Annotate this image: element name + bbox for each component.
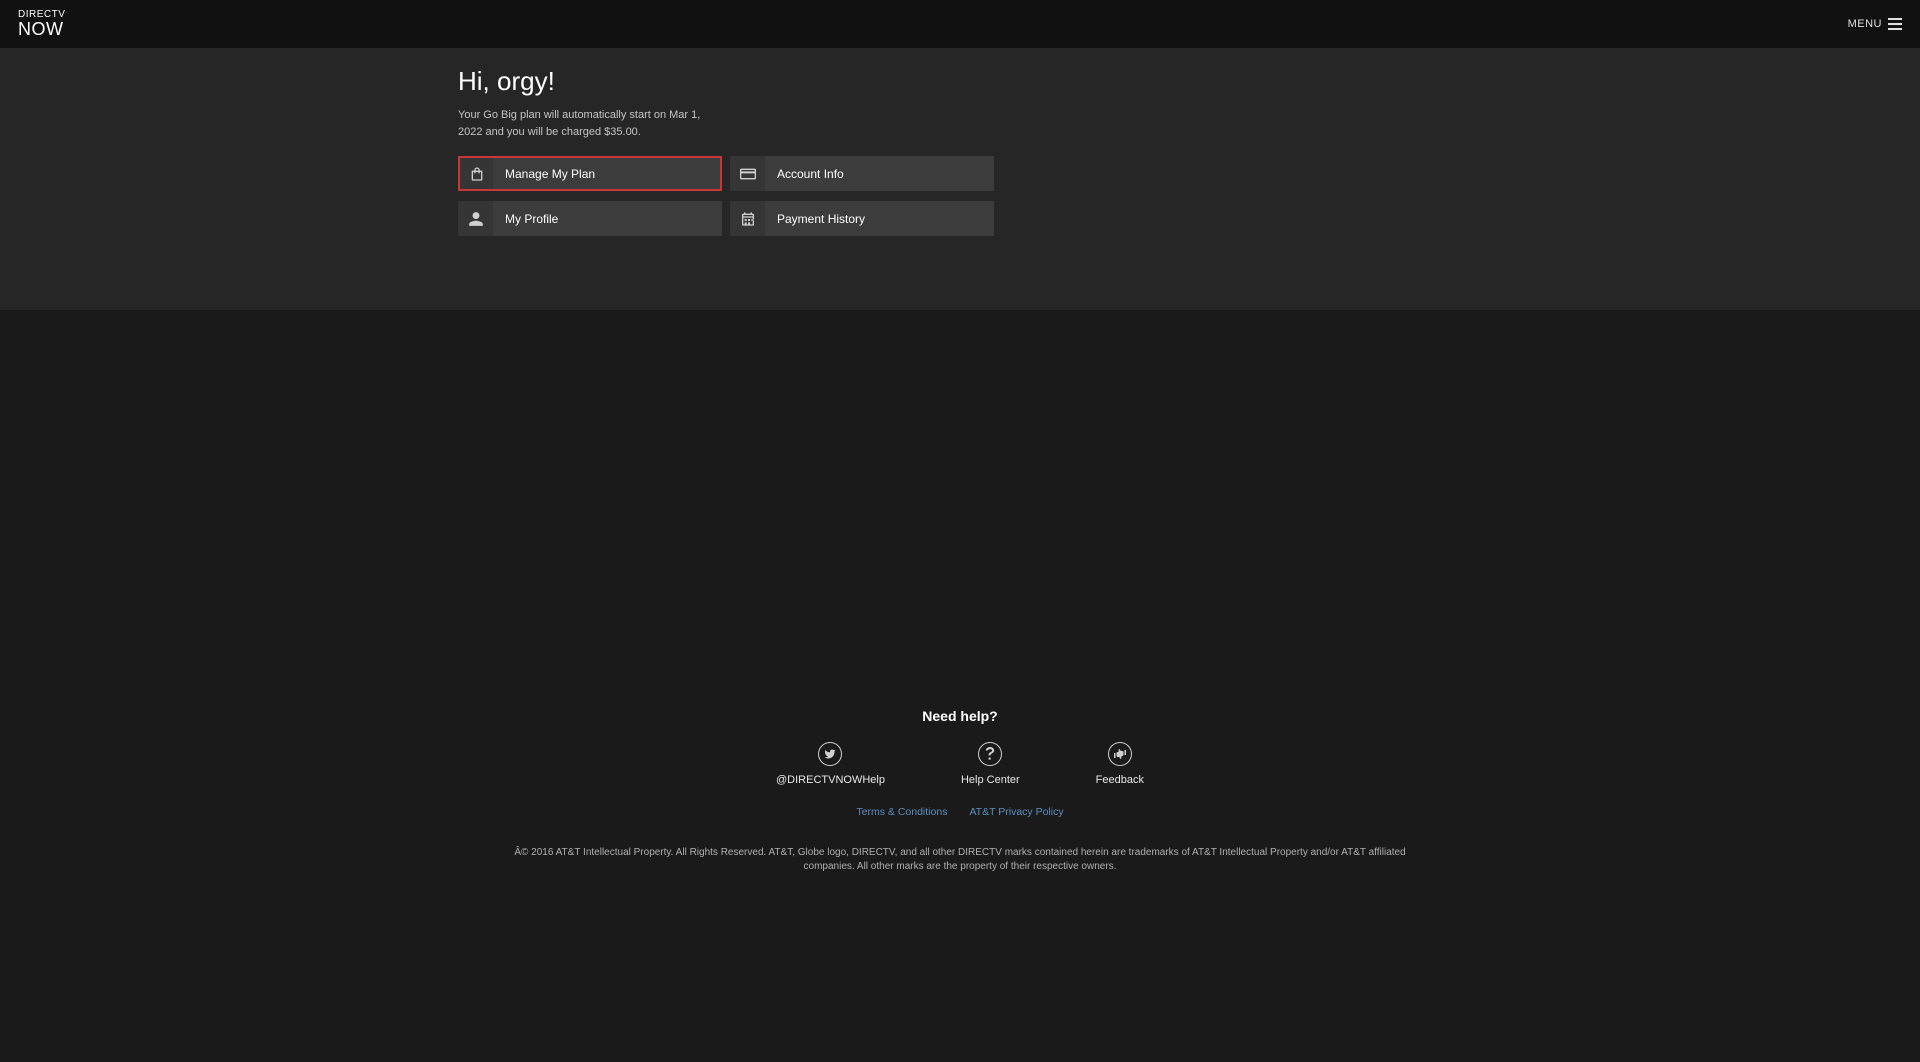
feedback-label: Feedback bbox=[1096, 774, 1144, 786]
terms-link[interactable]: Terms & Conditions bbox=[856, 806, 947, 818]
page-footer: Need help? @DIRECTVNOWHelp Help Center F… bbox=[0, 696, 1920, 892]
menu-label: MENU bbox=[1848, 18, 1882, 30]
plan-description: Your Go Big plan will automatically star… bbox=[458, 107, 718, 140]
credit-card-icon bbox=[730, 156, 765, 191]
question-icon bbox=[978, 742, 1002, 766]
my-profile-label: My Profile bbox=[493, 201, 722, 236]
twitter-icon bbox=[818, 742, 842, 766]
copyright-text: Â© 2016 AT&T Intellectual Property. All … bbox=[510, 846, 1410, 874]
user-icon bbox=[458, 201, 493, 236]
thumbs-icon bbox=[1108, 742, 1132, 766]
account-info-label: Account Info bbox=[765, 156, 994, 191]
calendar-icon bbox=[730, 201, 765, 236]
twitter-help-link[interactable]: @DIRECTVNOWHelp bbox=[776, 742, 885, 786]
app-header: DIRECTV NOW MENU bbox=[0, 0, 1920, 48]
help-center-link[interactable]: Help Center bbox=[961, 742, 1020, 786]
logo-text-bottom: NOW bbox=[18, 20, 65, 38]
payment-history-tile[interactable]: Payment History bbox=[730, 201, 994, 236]
legal-links: Terms & Conditions AT&T Privacy Policy bbox=[0, 806, 1920, 818]
feedback-link[interactable]: Feedback bbox=[1096, 742, 1144, 786]
help-links-row: @DIRECTVNOWHelp Help Center Feedback bbox=[0, 742, 1920, 786]
twitter-help-label: @DIRECTVNOWHelp bbox=[776, 774, 885, 786]
payment-history-label: Payment History bbox=[765, 201, 994, 236]
directv-now-logo[interactable]: DIRECTV NOW bbox=[18, 10, 65, 38]
help-center-label: Help Center bbox=[961, 774, 1020, 786]
shopping-bag-icon bbox=[460, 158, 493, 189]
need-help-heading: Need help? bbox=[0, 708, 1920, 724]
my-profile-tile[interactable]: My Profile bbox=[458, 201, 722, 236]
menu-button[interactable]: MENU bbox=[1848, 18, 1902, 30]
content-spacer bbox=[0, 310, 1920, 696]
manage-my-plan-label: Manage My Plan bbox=[493, 158, 720, 189]
account-info-tile[interactable]: Account Info bbox=[730, 156, 994, 191]
account-tiles: Manage My Plan Account Info My Profile P… bbox=[458, 156, 994, 236]
greeting-title: Hi, orgy! bbox=[458, 66, 994, 97]
account-overview-panel: Hi, orgy! Your Go Big plan will automati… bbox=[0, 48, 1920, 310]
manage-my-plan-tile[interactable]: Manage My Plan bbox=[458, 156, 722, 191]
hamburger-icon bbox=[1888, 18, 1902, 30]
privacy-link[interactable]: AT&T Privacy Policy bbox=[969, 806, 1063, 818]
